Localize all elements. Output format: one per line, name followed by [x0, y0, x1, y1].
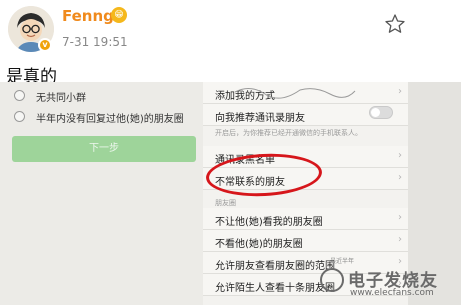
- chevron-right-icon: ›: [398, 172, 402, 183]
- level-badge: 😁: [111, 7, 127, 23]
- username[interactable]: Fenng: [62, 7, 114, 25]
- hint-text: 开启后，为你推荐已经开通微信的手机联系人。: [215, 129, 362, 137]
- watermark-url: www.elecfans.com: [350, 288, 434, 298]
- post-header: v Fenng 😁 7-31 19:51: [0, 0, 461, 64]
- scribble-marks: [234, 88, 356, 99]
- photo-left-panel: 无共同小群 半年内没有回复过他(她)的朋友圈 下一步: [0, 82, 203, 305]
- v-badge-icon: v: [38, 38, 52, 52]
- next-step-button: 下一步: [12, 136, 196, 162]
- menu-label: 向我推荐通讯录朋友: [215, 113, 305, 124]
- option-label: 半年内没有回复过他(她)的朋友圈: [36, 114, 184, 125]
- radio-icon: [14, 90, 25, 101]
- post-timestamp: 7-31 19:51: [62, 35, 128, 49]
- menu-row: 不让他(她)看我的朋友圈 ›: [203, 208, 408, 230]
- chevron-right-icon: ›: [398, 234, 402, 245]
- menu-label: 不看他(她)的朋友圈: [215, 239, 303, 250]
- option-label: 无共同小群: [36, 93, 86, 104]
- watermark-logo-icon: [320, 268, 344, 292]
- section-label: 朋友圈: [215, 199, 236, 207]
- menu-row: 不看他(她)的朋友圈 ›: [203, 230, 408, 252]
- chevron-right-icon: ›: [398, 86, 402, 97]
- chevron-right-icon: ›: [398, 150, 402, 161]
- toggle-switch: [369, 106, 393, 119]
- radio-icon: [14, 111, 25, 122]
- star-icon[interactable]: [383, 12, 407, 36]
- watermark: 电子发烧友 www.elecfans.com: [310, 262, 458, 302]
- menu-label: 不让他(她)看我的朋友圈: [215, 217, 323, 228]
- chevron-right-icon: ›: [398, 212, 402, 223]
